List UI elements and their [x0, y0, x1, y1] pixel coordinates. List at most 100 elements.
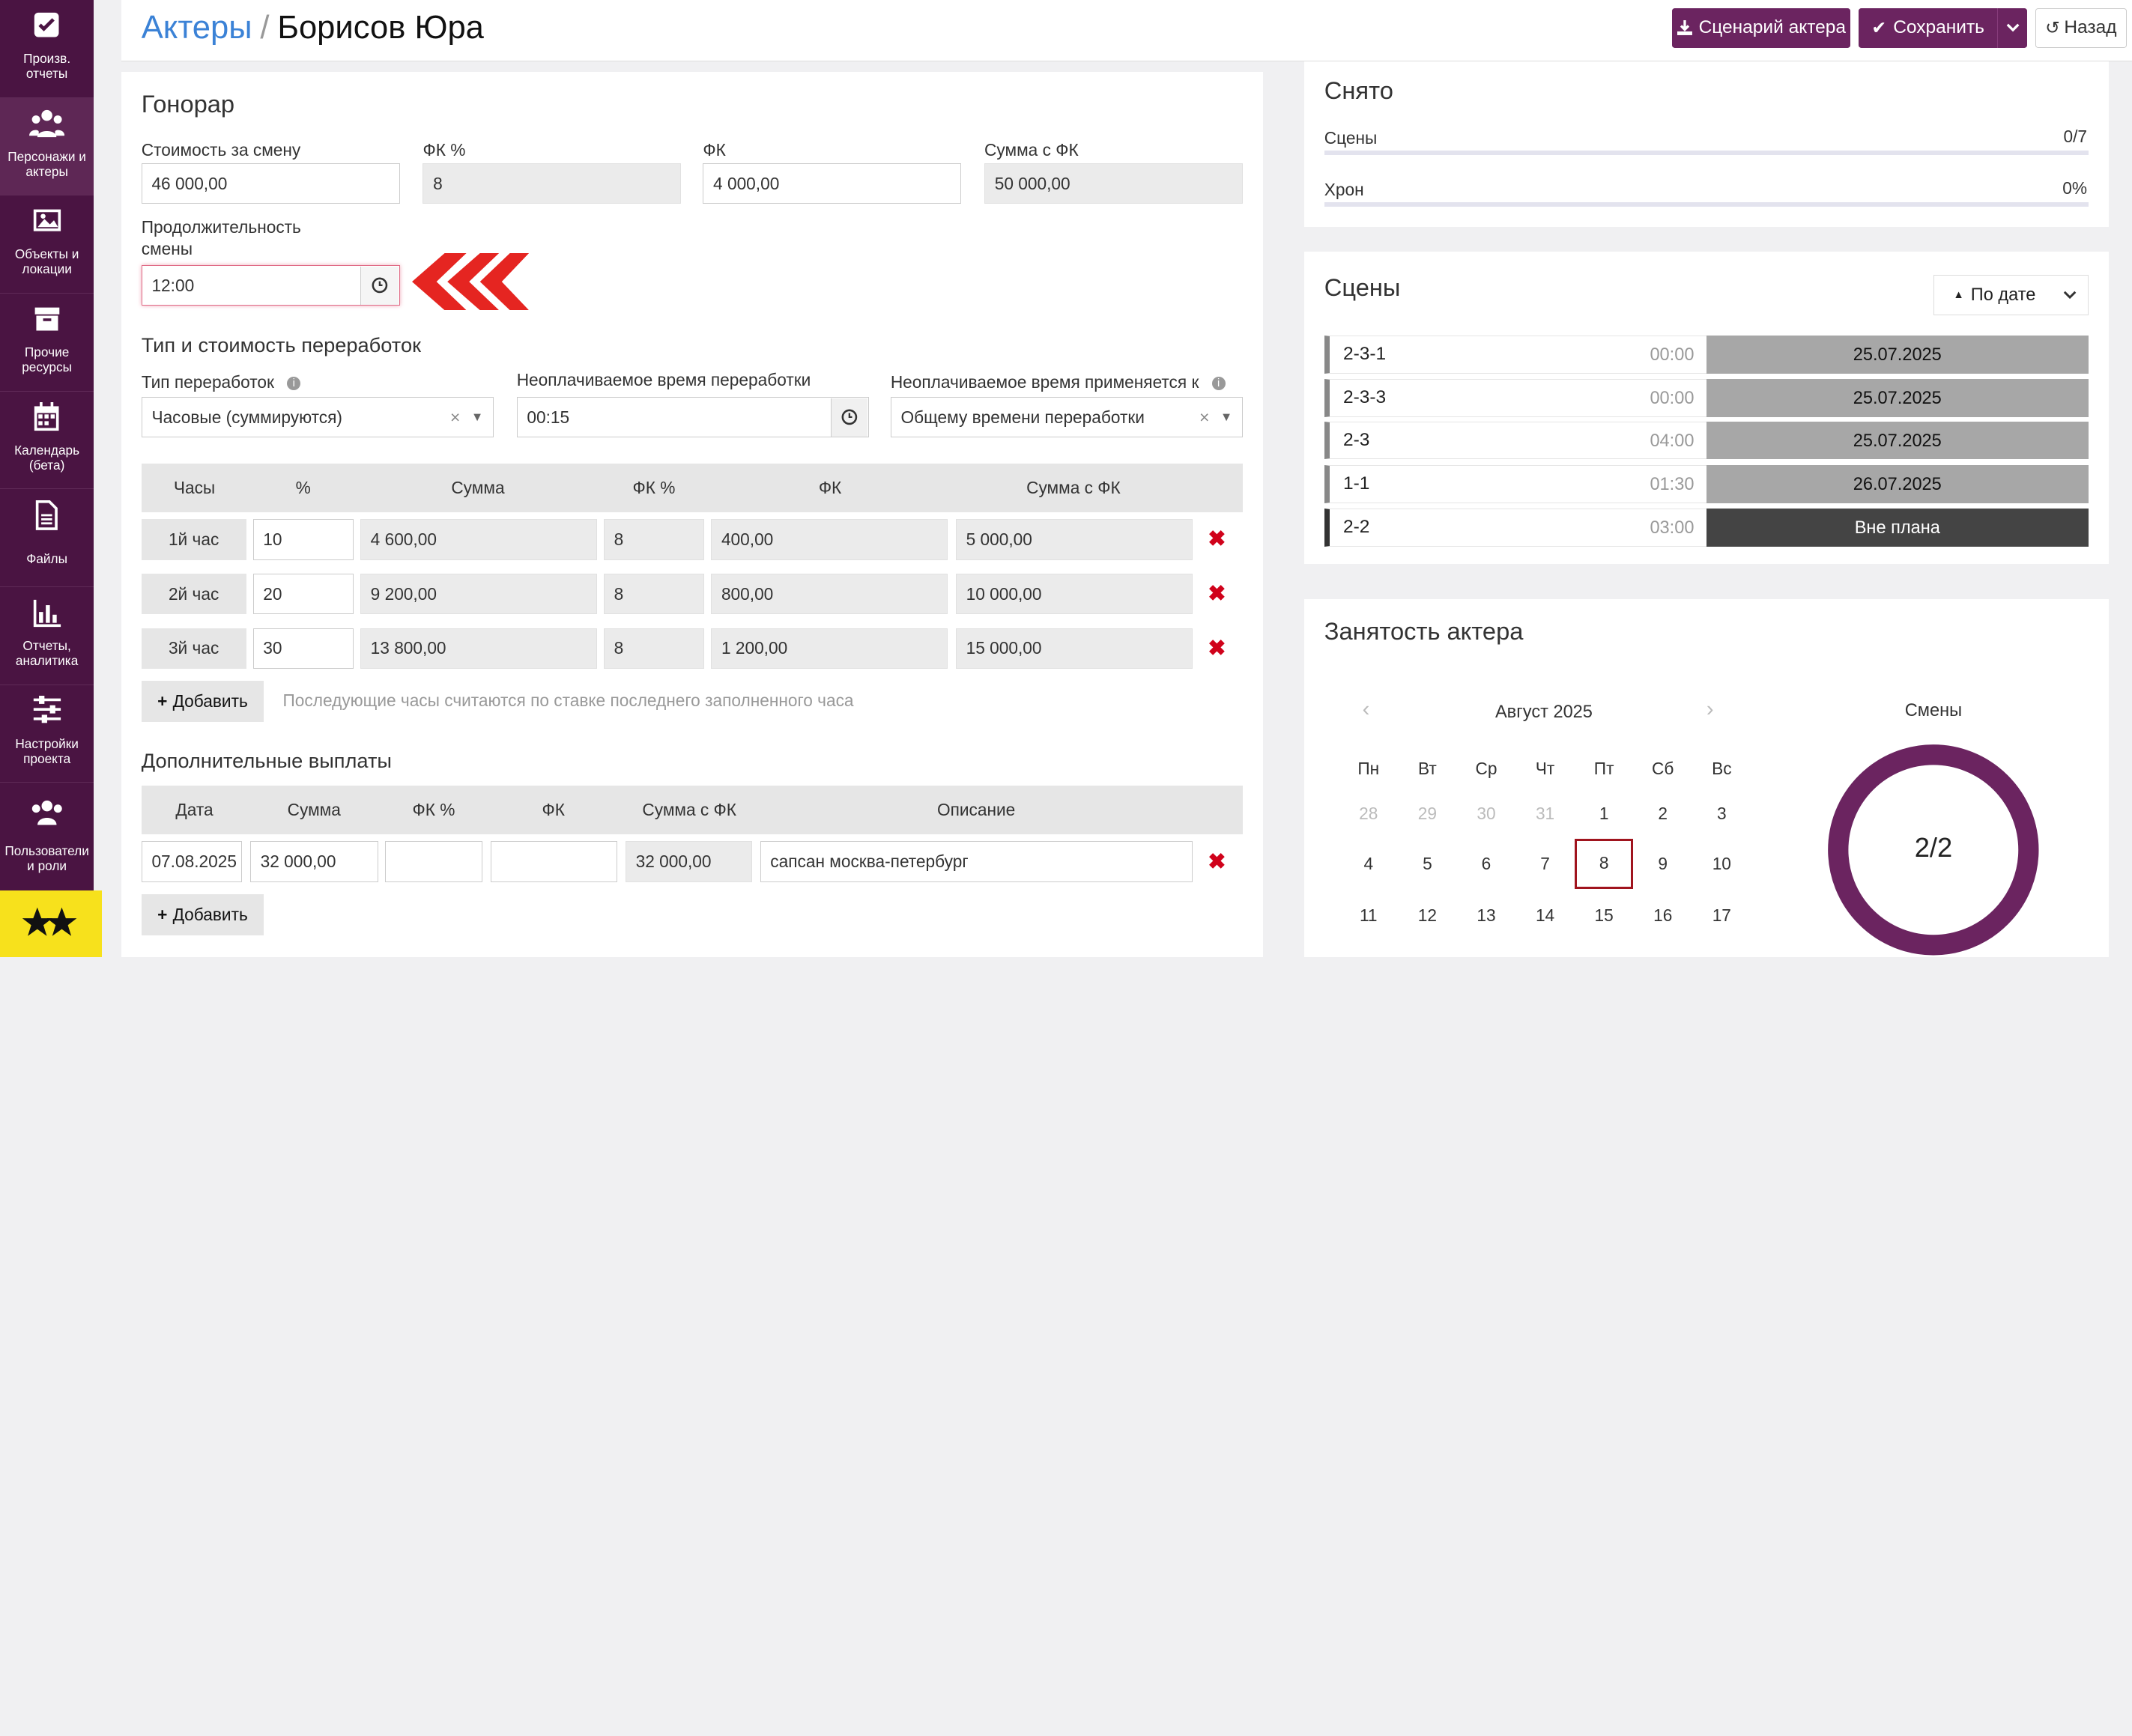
- calendar-day[interactable]: 9: [1634, 839, 1692, 889]
- overtime-title: Тип и стоимость переработок: [141, 333, 421, 356]
- sidebar-item-resources[interactable]: Прочие ресурсы: [0, 294, 94, 392]
- clock-icon[interactable]: [360, 266, 399, 305]
- unpaid-time-input[interactable]: 00:15: [516, 396, 869, 438]
- sidebar-item-analytics[interactable]: Отчеты, аналитика: [0, 587, 94, 685]
- scene-time: 04:00: [1650, 430, 1695, 450]
- calendar-day[interactable]: 14: [1516, 890, 1575, 941]
- calendar-day[interactable]: 10: [1692, 839, 1751, 889]
- calendar-day[interactable]: 11: [1339, 890, 1398, 941]
- sidebar-item-calendar[interactable]: Календарь (бета): [0, 392, 94, 490]
- shift-cost-label: Стоимость за смену: [141, 139, 301, 160]
- info-icon[interactable]: i: [1211, 377, 1226, 391]
- calendar-day[interactable]: 2: [1634, 789, 1692, 839]
- scenes-progress-bar: [1324, 151, 2089, 155]
- calendar-day[interactable]: 29: [1398, 789, 1456, 839]
- pct-input[interactable]: 20: [252, 573, 354, 615]
- sum-fk-field: 5 000,00: [955, 519, 1193, 560]
- delete-icon[interactable]: ✖: [1206, 580, 1228, 607]
- overtime-type-select[interactable]: Часовые (суммируются) × ▼: [141, 396, 494, 438]
- shifts-label: Смены: [1904, 699, 1963, 720]
- prev-month-icon[interactable]: ‹: [1363, 697, 1370, 722]
- sum-fk-field: 15 000,00: [955, 628, 1193, 669]
- weekday-label: Пт: [1593, 758, 1614, 778]
- clock-icon[interactable]: [830, 398, 867, 437]
- sort-dropdown[interactable]: ▲ По дате: [1933, 274, 2089, 316]
- sidebar-item-label: Настройки проекта: [15, 735, 79, 766]
- shot-scenes-label: Сцены: [1324, 127, 1378, 148]
- overtime-hint: Последующие часы считаются по ставке пос…: [282, 691, 854, 711]
- duration-label-line2: смены: [141, 239, 193, 259]
- calendar-day[interactable]: 4: [1339, 839, 1398, 889]
- add-overtime-button[interactable]: + Добавить: [141, 681, 264, 722]
- delete-icon[interactable]: ✖: [1206, 526, 1228, 552]
- scene-date: 25.07.2025: [1706, 379, 2089, 418]
- shot-chron-label: Хрон: [1324, 179, 1364, 199]
- pct-input[interactable]: 10: [252, 519, 354, 560]
- shift-cost-input[interactable]: 46 000,00: [141, 163, 400, 204]
- scene-item[interactable]: 1-1 01:30 26.07.2025: [1324, 464, 2089, 503]
- undo-icon: ↺: [2045, 18, 2060, 38]
- calendar-day[interactable]: 12: [1398, 890, 1456, 941]
- calendar-day[interactable]: 30: [1457, 789, 1515, 839]
- clear-icon[interactable]: ×: [450, 407, 460, 428]
- breadcrumb-link-actors[interactable]: Актеры: [142, 10, 252, 46]
- applies-to-label: Неоплачиваемое время применяется к i: [891, 372, 1226, 392]
- fk-pct-input[interactable]: [384, 841, 483, 882]
- back-button[interactable]: ↺ Назад: [2035, 7, 2127, 48]
- calendar-month: Август 2025: [1494, 701, 1593, 721]
- app-logo[interactable]: [0, 890, 103, 957]
- page-title: Борисов Юра: [277, 9, 484, 46]
- calendar-day[interactable]: 31: [1516, 789, 1575, 839]
- scenes-title: Сцены: [1324, 273, 1401, 301]
- clear-icon[interactable]: ×: [1199, 407, 1209, 428]
- calendar-day[interactable]: 28: [1339, 789, 1398, 839]
- calendar-day[interactable]: 8: [1575, 838, 1634, 889]
- sidebar-item-settings[interactable]: Настройки проекта: [0, 685, 94, 783]
- fk-input[interactable]: [491, 841, 617, 882]
- pct-input[interactable]: 30: [252, 628, 354, 669]
- calendar-day[interactable]: 13: [1457, 890, 1515, 941]
- sidebar-item-users[interactable]: Пользователи и роли: [0, 783, 94, 881]
- calendar-day[interactable]: 5: [1398, 839, 1456, 889]
- calendar-day[interactable]: 16: [1634, 890, 1692, 941]
- overtime-table-header: Часы % Сумма ФК % ФК Сумма с ФК: [141, 463, 1243, 513]
- sidebar-item-characters[interactable]: Персонажи и актеры: [0, 97, 94, 196]
- fk-pct-field: 8: [603, 628, 705, 669]
- scene-item[interactable]: 2-3-1 00:00 25.07.2025: [1324, 336, 2089, 374]
- calendar-day[interactable]: 17: [1692, 890, 1751, 941]
- sidebar-item-files[interactable]: Файлы: [0, 489, 94, 588]
- save-dropdown-button[interactable]: [1997, 7, 2028, 48]
- scene-item[interactable]: 2-2 03:00 Вне плана: [1324, 508, 2089, 547]
- scene-item[interactable]: 2-3-3 00:00 25.07.2025: [1324, 379, 2089, 418]
- calendar-day[interactable]: 7: [1516, 839, 1575, 889]
- weekday-label: Чт: [1535, 758, 1555, 778]
- calendar-day[interactable]: 15: [1575, 890, 1633, 941]
- info-icon[interactable]: i: [287, 377, 301, 391]
- scene-item[interactable]: 2-3 04:00 25.07.2025: [1324, 421, 2089, 460]
- sidebar-item-reports[interactable]: Произв. отчеты: [0, 0, 94, 98]
- delete-icon[interactable]: ✖: [1206, 635, 1228, 661]
- actor-script-button[interactable]: Сценарий актера: [1672, 7, 1851, 48]
- calendar-day[interactable]: 1: [1575, 789, 1633, 839]
- fee-title: Гонорар: [141, 89, 235, 118]
- column-header: ФК: [542, 800, 565, 820]
- next-month-icon[interactable]: ›: [1706, 697, 1714, 722]
- calendar-day[interactable]: 3: [1692, 789, 1751, 839]
- scene-date: 26.07.2025: [1706, 464, 2089, 503]
- date-input[interactable]: 07.08.2025: [141, 841, 243, 882]
- fk-input[interactable]: 4 000,00: [703, 163, 962, 204]
- shot-title: Снято: [1324, 76, 1393, 104]
- delete-icon[interactable]: ✖: [1206, 849, 1228, 875]
- scene-time: 03:00: [1650, 517, 1695, 537]
- sum-fk-field: 50 000,00: [984, 163, 1243, 204]
- description-input[interactable]: сапсан москва-петербург: [760, 841, 1193, 882]
- add-extra-payment-button[interactable]: + Добавить: [141, 894, 264, 935]
- applies-to-select[interactable]: Общему времени переработки × ▼: [890, 396, 1243, 438]
- calendar-day[interactable]: 6: [1457, 839, 1515, 889]
- shot-chron-value: 0%: [2062, 177, 2088, 198]
- sum-input[interactable]: 32 000,00: [249, 841, 378, 882]
- overtime-type-label-text: Тип переработок: [141, 372, 274, 392]
- save-button[interactable]: ✔ Сохранить: [1859, 7, 1998, 48]
- sidebar-item-objects[interactable]: Объекты и локации: [0, 195, 94, 294]
- weekday-label: Пн: [1357, 758, 1380, 778]
